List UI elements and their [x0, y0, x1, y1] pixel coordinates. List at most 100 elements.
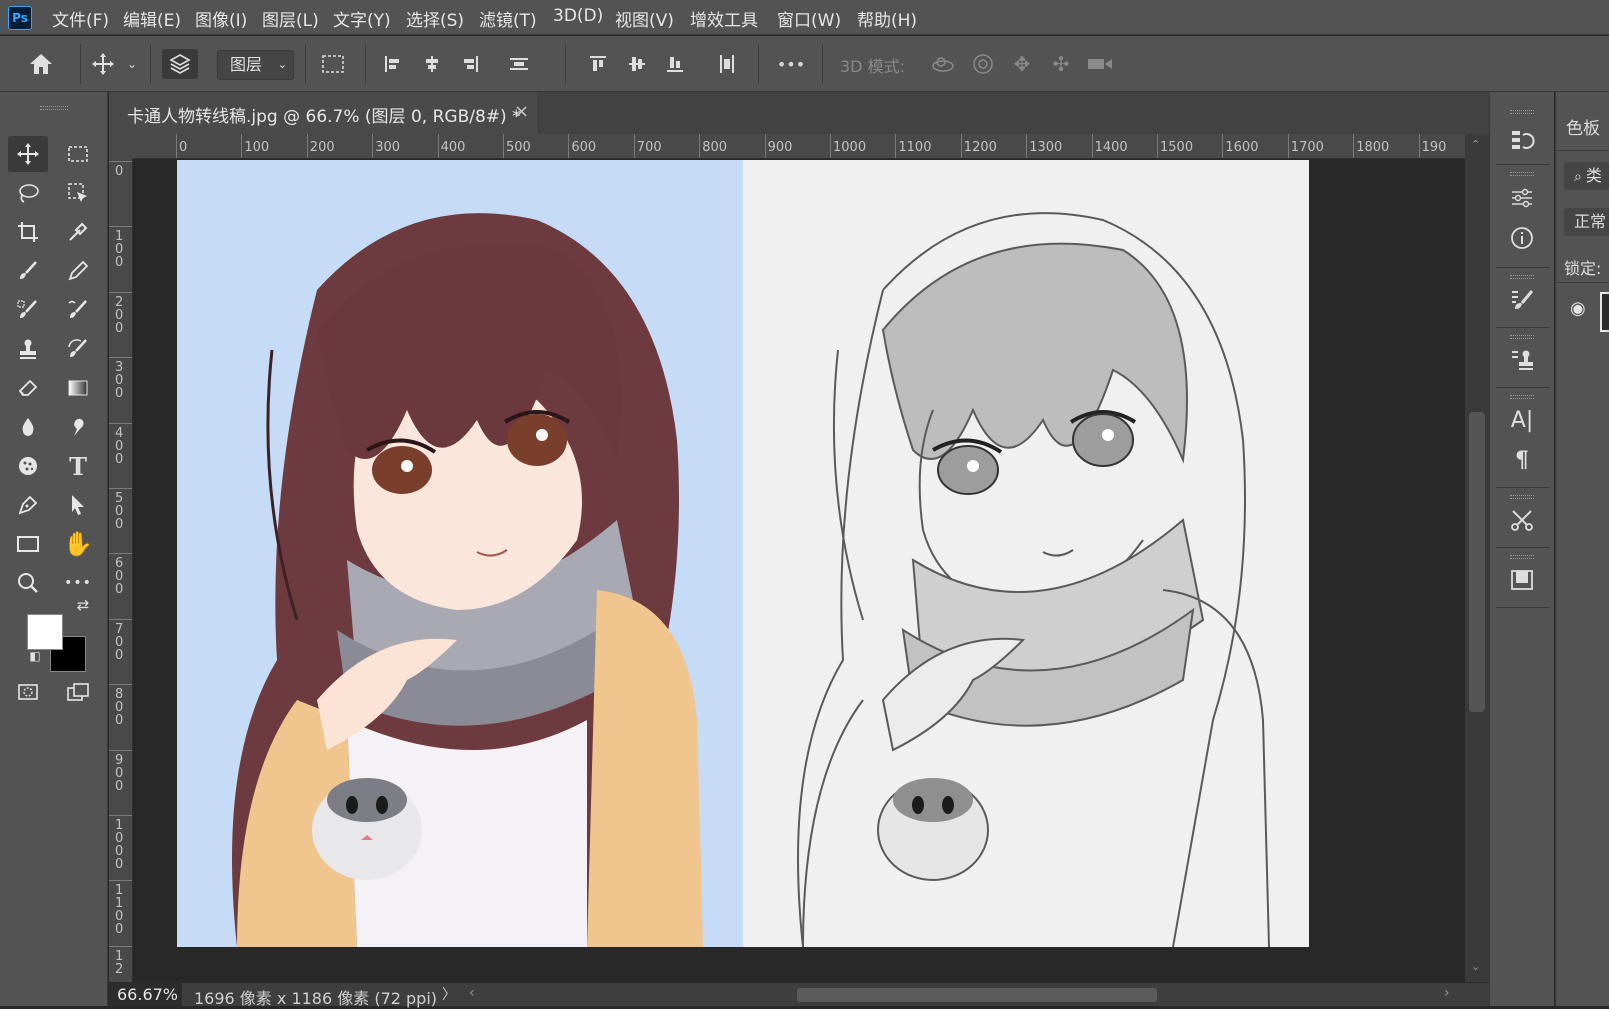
zoom-level-field[interactable]: 66.67% — [109, 983, 182, 1007]
menu-window[interactable]: 窗口(W) — [777, 6, 841, 31]
3d-orbit-icon[interactable] — [928, 49, 958, 79]
menu-select[interactable]: 选择(S) — [406, 6, 464, 31]
zoom-tool-icon[interactable] — [8, 565, 48, 601]
align-left-icon[interactable] — [380, 49, 406, 79]
crop-tool-icon[interactable] — [8, 214, 48, 250]
rectangle-tool-icon[interactable] — [8, 526, 48, 562]
menu-3d[interactable]: 3D(D) — [553, 6, 603, 26]
brush-tool-icon[interactable] — [8, 253, 48, 289]
lasso-tool-icon[interactable] — [8, 175, 48, 211]
menu-file[interactable]: 文件(F) — [52, 6, 109, 31]
sponge-tool-icon[interactable] — [8, 448, 48, 484]
menu-image[interactable]: 图像(I) — [195, 6, 247, 31]
layer-thumbnail[interactable] — [1600, 292, 1609, 332]
eyedropper-tool-icon[interactable] — [58, 214, 98, 250]
paragraph-panel-icon[interactable]: ¶ — [1504, 442, 1540, 478]
3d-slide-icon[interactable]: ✣ — [1046, 49, 1076, 79]
align-middle-icon[interactable] — [624, 49, 650, 79]
adjustments-panel-icon[interactable] — [1504, 180, 1540, 216]
scroll-left-icon[interactable]: ‹ — [469, 985, 475, 1001]
align-center-icon[interactable] — [419, 49, 445, 79]
pencil-tool-icon[interactable] — [58, 253, 98, 289]
ruler-label: 300 — [115, 360, 124, 402]
libraries-panel-icon[interactable] — [1504, 562, 1540, 598]
move-icon[interactable] — [88, 49, 118, 79]
vertical-scrollbar[interactable]: ⌃ ⌄ — [1465, 134, 1489, 982]
panel-icon-strip: A| ¶ — [1489, 92, 1554, 1006]
vertical-scroll-thumb[interactable] — [1469, 412, 1485, 712]
rectangular-marquee-tool-icon[interactable] — [58, 136, 98, 172]
3d-mode-label: 3D 模式: — [840, 57, 905, 76]
canvas-workspace[interactable] — [133, 159, 1465, 982]
history-panel-icon[interactable] — [1504, 122, 1540, 158]
move-tool-icon[interactable] — [8, 136, 48, 172]
hand-tool-icon[interactable]: ✋ — [58, 526, 98, 562]
brush-settings-panel-icon[interactable] — [1504, 282, 1540, 318]
clone-source-panel-icon[interactable] — [1504, 342, 1540, 378]
menu-layer[interactable]: 图层(L) — [262, 6, 319, 31]
layer-kind-filter[interactable]: ⌕ 类 — [1564, 162, 1609, 190]
vertical-ruler[interactable]: 0 100 200 300 400 500 600 700 800 900 1000 1100 12 — [109, 159, 133, 982]
pen-tool-icon[interactable] — [8, 487, 48, 523]
horizontal-scroll-thumb[interactable] — [797, 988, 1157, 1002]
menu-help[interactable]: 帮助(H) — [857, 6, 917, 31]
smudge-tool-icon[interactable] — [58, 409, 98, 445]
spot-healing-brush-tool-icon[interactable] — [8, 292, 48, 328]
chevron-down-icon[interactable]: ⌄ — [124, 49, 140, 79]
ruler-label: 200 — [115, 294, 124, 336]
scroll-right-icon[interactable]: › — [1444, 985, 1450, 1001]
horizontal-ruler[interactable]: 0 100 200 300 400 500 600 700 800 900 1000 1100 1200… — [133, 134, 1465, 159]
menu-view[interactable]: 视图(V) — [615, 6, 674, 31]
auto-select-target-dropdown[interactable]: 图层 ⌄ — [217, 50, 294, 80]
blur-tool-icon[interactable] — [8, 409, 48, 445]
menu-type[interactable]: 文字(Y) — [333, 6, 391, 31]
eye-icon[interactable]: ◉ — [1570, 298, 1586, 319]
distribute-vertical-icon[interactable] — [506, 49, 532, 79]
object-selection-tool-icon[interactable] — [58, 175, 98, 211]
align-right-icon[interactable] — [457, 49, 483, 79]
close-tab-icon[interactable]: × — [514, 101, 529, 122]
more-options-icon[interactable]: ••• — [776, 49, 806, 79]
quick-mask-icon[interactable] — [8, 674, 48, 710]
document-canvas[interactable] — [177, 160, 1309, 947]
scroll-up-icon[interactable]: ⌃ — [1471, 138, 1480, 151]
clone-stamp-tool-icon[interactable] — [8, 331, 48, 367]
type-tool-icon[interactable]: T — [58, 448, 98, 484]
auto-select-layers-icon[interactable] — [162, 49, 198, 79]
transform-controls-icon[interactable] — [318, 49, 348, 79]
tool-presets-panel-icon[interactable] — [1504, 502, 1540, 538]
layers-panel: 色板 ⌕ 类 正常 锁定: ◉ — [1555, 92, 1609, 1006]
foreground-color-swatch[interactable] — [27, 614, 63, 650]
options-bar: ⌄ 图层 ⌄ ••• 3D 模式: ✥ ✣ — [0, 36, 1609, 92]
swap-colors-icon[interactable]: ⇄ — [73, 595, 93, 615]
gradient-tool-icon[interactable] — [58, 370, 98, 406]
menu-filter[interactable]: 滤镜(T) — [479, 6, 537, 31]
align-bottom-icon[interactable] — [662, 49, 688, 79]
document-tab[interactable]: 卡通人物转线稿.jpg @ 66.7% (图层 0, RGB/8#) * × — [109, 92, 539, 134]
menu-edit[interactable]: 编辑(E) — [123, 6, 181, 31]
eraser-tool-icon[interactable] — [8, 370, 48, 406]
home-icon[interactable] — [26, 49, 56, 79]
mixer-brush-tool-icon[interactable] — [58, 292, 98, 328]
3d-roll-icon[interactable] — [968, 49, 998, 79]
ruler-label: 1000 — [833, 140, 867, 155]
swatches-tab[interactable]: 色板 — [1566, 114, 1600, 139]
status-menu-arrow[interactable]: 〉 — [442, 984, 456, 1004]
scroll-down-icon[interactable]: ⌄ — [1471, 960, 1480, 973]
document-info: 1696 像素 x 1186 像素 (72 ppi) — [194, 989, 438, 1008]
tools-panel: T ✋ ••• ⇄ ◧ — [0, 92, 108, 1006]
distribute-horizontal-icon[interactable] — [714, 49, 740, 79]
ruler-origin[interactable] — [109, 134, 133, 159]
blend-mode-dropdown[interactable]: 正常 — [1564, 208, 1609, 236]
ruler-label: 1400 — [1094, 140, 1128, 155]
ruler-label: 400 — [440, 140, 466, 155]
character-panel-icon[interactable]: A| — [1504, 402, 1540, 438]
path-selection-tool-icon[interactable] — [58, 487, 98, 523]
menu-plugins[interactable]: 增效工具 — [690, 6, 758, 31]
history-brush-tool-icon[interactable] — [58, 331, 98, 367]
info-panel-icon[interactable] — [1504, 220, 1540, 256]
3d-pan-icon[interactable]: ✥ — [1007, 49, 1037, 79]
3d-camera-icon[interactable] — [1085, 49, 1115, 79]
screen-mode-icon[interactable] — [58, 674, 98, 710]
align-top-icon[interactable] — [585, 49, 611, 79]
